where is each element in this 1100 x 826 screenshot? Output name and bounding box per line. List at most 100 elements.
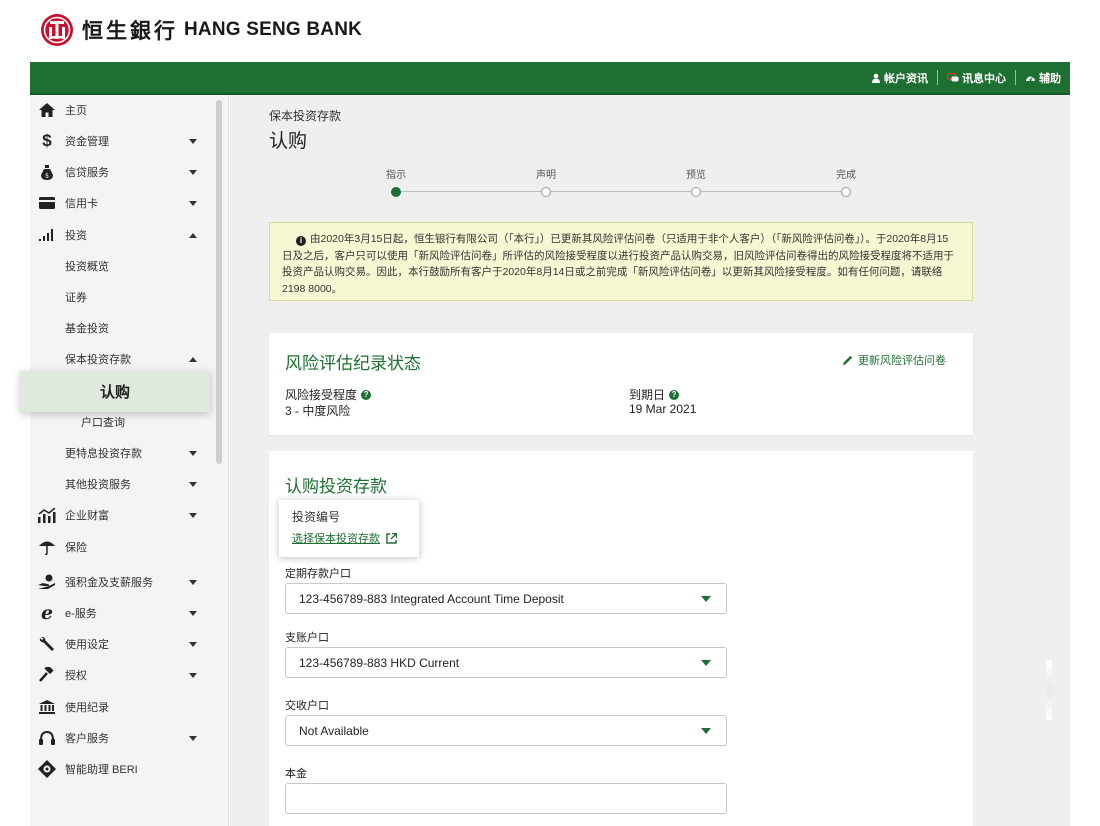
chevron-down-icon bbox=[189, 735, 197, 741]
money-bag-icon: $ bbox=[38, 163, 56, 181]
sidebar-item-label: 使用纪录 bbox=[65, 702, 109, 714]
brand-name-en: HANG SENG BANK bbox=[184, 19, 363, 40]
step-preview: 预览 bbox=[666, 166, 726, 197]
risk-status-card: 风险评估纪录状态 更新风险评估问卷 风险接受程度? 3 - 中度风险 到期日? … bbox=[269, 333, 973, 435]
sidebar-item-subscribe-active[interactable]: 认购 bbox=[20, 371, 210, 412]
risk-tolerance-label-text: 风险接受程度 bbox=[285, 388, 358, 402]
headset-icon bbox=[38, 729, 56, 747]
dropdown-arrow-icon bbox=[701, 596, 711, 602]
main-content: 保本投资存款 认购 指示 声明 预览 完成 i 由2020年3月15日起，恒生银行… bbox=[230, 95, 1070, 826]
sidebar-item-home[interactable]: 主页 bbox=[30, 98, 216, 122]
sidebar-item-securities[interactable]: 证券 bbox=[30, 285, 216, 309]
bar-chart-icon bbox=[38, 226, 56, 244]
sidebar-scrollbar[interactable] bbox=[216, 100, 222, 464]
sidebar-item-label: 认购 bbox=[99, 384, 130, 401]
sidebar-item-investment[interactable]: 投资 bbox=[30, 223, 216, 247]
settlement-account-select[interactable]: Not Available bbox=[285, 715, 727, 746]
dollar-icon: $ bbox=[42, 131, 52, 150]
page-title: 认购 bbox=[269, 131, 308, 152]
chevron-down-icon bbox=[189, 512, 197, 518]
sidebar-item-other-investment[interactable]: 其他投资服务 bbox=[30, 472, 216, 496]
expiry-date-value: 19 Mar 2021 bbox=[629, 402, 697, 416]
risk-status-title: 风险评估纪录状态 bbox=[285, 354, 421, 373]
sidebar-item-beri[interactable]: 智能助理 BERI bbox=[30, 757, 216, 781]
sidebar-item-label: 保险 bbox=[65, 542, 87, 554]
account-info-link[interactable]: 帐户资讯 bbox=[862, 70, 937, 85]
sidebar-item-label: 投资 bbox=[65, 230, 87, 242]
update-risk-questionnaire-link[interactable]: 更新风险评估问卷 bbox=[843, 352, 946, 368]
step-complete: 完成 bbox=[816, 166, 876, 197]
sidebar-item-label: 使用设定 bbox=[65, 639, 109, 651]
sidebar-item-label: 基金投资 bbox=[65, 323, 109, 335]
chevron-down-icon bbox=[189, 481, 197, 487]
gauge-icon bbox=[1026, 76, 1035, 81]
sidebar-item-settings[interactable]: 使用设定 bbox=[30, 632, 216, 656]
sidebar-item-account-enquiry[interactable]: 户口查询 bbox=[30, 410, 216, 434]
sidebar-item-investment-overview[interactable]: 投资概览 bbox=[30, 254, 216, 278]
step-label: 指示 bbox=[386, 170, 406, 181]
gavel-icon bbox=[38, 666, 56, 684]
help-link[interactable]: 辅助 bbox=[1015, 70, 1070, 85]
beri-icon bbox=[38, 760, 56, 778]
step-instruction: 指示 bbox=[366, 166, 426, 197]
hand-coin-icon bbox=[38, 573, 56, 591]
expiry-date-label: 到期日? bbox=[629, 386, 680, 403]
chevron-down-icon bbox=[189, 138, 197, 144]
chevron-down-icon bbox=[189, 169, 197, 175]
sidebar-item-label: 户口查询 bbox=[81, 417, 125, 429]
update-risk-questionnaire-label: 更新风险评估问卷 bbox=[858, 355, 946, 367]
time-deposit-account-select[interactable]: 123-456789-883 Integrated Account Time D… bbox=[285, 583, 727, 614]
time-deposit-account-value: 123-456789-883 Integrated Account Time D… bbox=[299, 591, 564, 606]
sidebar-item-credit-card[interactable]: 信用卡 bbox=[30, 191, 216, 215]
step-label: 声明 bbox=[536, 170, 556, 181]
sidebar-item-corporate-wealth[interactable]: 企业财富 bbox=[30, 503, 216, 527]
sidebar-item-label: 其他投资服务 bbox=[65, 479, 131, 491]
credit-card-icon bbox=[38, 194, 56, 212]
sidebar-item-credit-services[interactable]: $ 信贷服务 bbox=[30, 160, 216, 184]
step-dot bbox=[841, 187, 851, 197]
edge-fade-decoration bbox=[1046, 660, 1052, 720]
help-icon[interactable]: ? bbox=[361, 389, 372, 400]
sidebar-item-insurance[interactable]: 保险 bbox=[30, 535, 216, 559]
sidebar-item-funds[interactable]: 基金投资 bbox=[30, 316, 216, 340]
sidebar-item-usage-record[interactable]: 使用纪录 bbox=[30, 695, 216, 719]
sidebar-item-e-services[interactable]: e e-服务 bbox=[30, 601, 216, 625]
brand-name-cn: 恒生銀行 bbox=[82, 18, 178, 43]
message-centre-link[interactable]: 讯息中心 bbox=[937, 70, 1015, 85]
debit-account-select[interactable]: 123-456789-883 HKD Current bbox=[285, 647, 727, 678]
breadcrumb[interactable]: 保本投资存款 bbox=[269, 107, 341, 124]
principal-label: 本金 bbox=[285, 768, 307, 780]
chevron-down-icon bbox=[189, 641, 197, 647]
bank-logo[interactable]: 恒生銀行 HANG SENG BANK bbox=[40, 13, 362, 47]
settlement-account-value: Not Available bbox=[299, 723, 369, 738]
step-dot-active bbox=[391, 187, 401, 197]
chevron-down-icon bbox=[189, 200, 197, 206]
chevron-up-icon bbox=[189, 232, 197, 238]
stepper-line bbox=[396, 191, 846, 192]
chat-icon bbox=[947, 72, 959, 81]
sidebar-item-authorisation[interactable]: 授权 bbox=[30, 663, 216, 687]
sidebar-item-label: 更特息投资存款 bbox=[65, 448, 142, 460]
investment-number-box: 投资编号 选择保本投资存款 bbox=[279, 500, 419, 557]
sidebar-item-label: 企业财富 bbox=[65, 510, 109, 522]
sidebar: 主页 $ 资金管理 $ 信贷服务 信用卡 投资 投资概览 证券 基金投资 保本投… bbox=[30, 95, 229, 826]
subscription-form-title: 认购投资存款 bbox=[285, 477, 387, 496]
sidebar-item-premium-deposit[interactable]: 更特息投资存款 bbox=[30, 441, 216, 465]
sidebar-item-fund-management[interactable]: $ 资金管理 bbox=[30, 129, 216, 153]
help-icon[interactable]: ? bbox=[669, 389, 680, 400]
external-link-icon bbox=[386, 532, 397, 544]
sidebar-item-label: 强积金及支薪服务 bbox=[65, 577, 153, 589]
sidebar-item-customer-service[interactable]: 客户服务 bbox=[30, 726, 216, 750]
sidebar-item-capital-protected-deposit[interactable]: 保本投资存款 bbox=[30, 347, 216, 371]
sidebar-item-label: e-服务 bbox=[65, 608, 97, 620]
principal-input[interactable] bbox=[285, 783, 727, 814]
notice-text: 由2020年3月15日起，恒生银行有限公司（「本行」）已更新其风险评估问卷（只适… bbox=[282, 233, 954, 295]
message-centre-label: 讯息中心 bbox=[962, 72, 1006, 85]
sidebar-item-label: 信用卡 bbox=[65, 198, 98, 210]
bank-building-icon bbox=[38, 698, 56, 716]
settlement-account-label: 交收户口 bbox=[285, 700, 329, 712]
sidebar-item-label: 信贷服务 bbox=[65, 167, 109, 179]
top-navigation-bar: 帐户资讯 讯息中心 辅助 bbox=[30, 62, 1070, 95]
select-deposit-link[interactable]: 选择保本投资存款 bbox=[292, 530, 397, 546]
sidebar-item-mpf-payroll[interactable]: 强积金及支薪服务 bbox=[30, 570, 216, 594]
